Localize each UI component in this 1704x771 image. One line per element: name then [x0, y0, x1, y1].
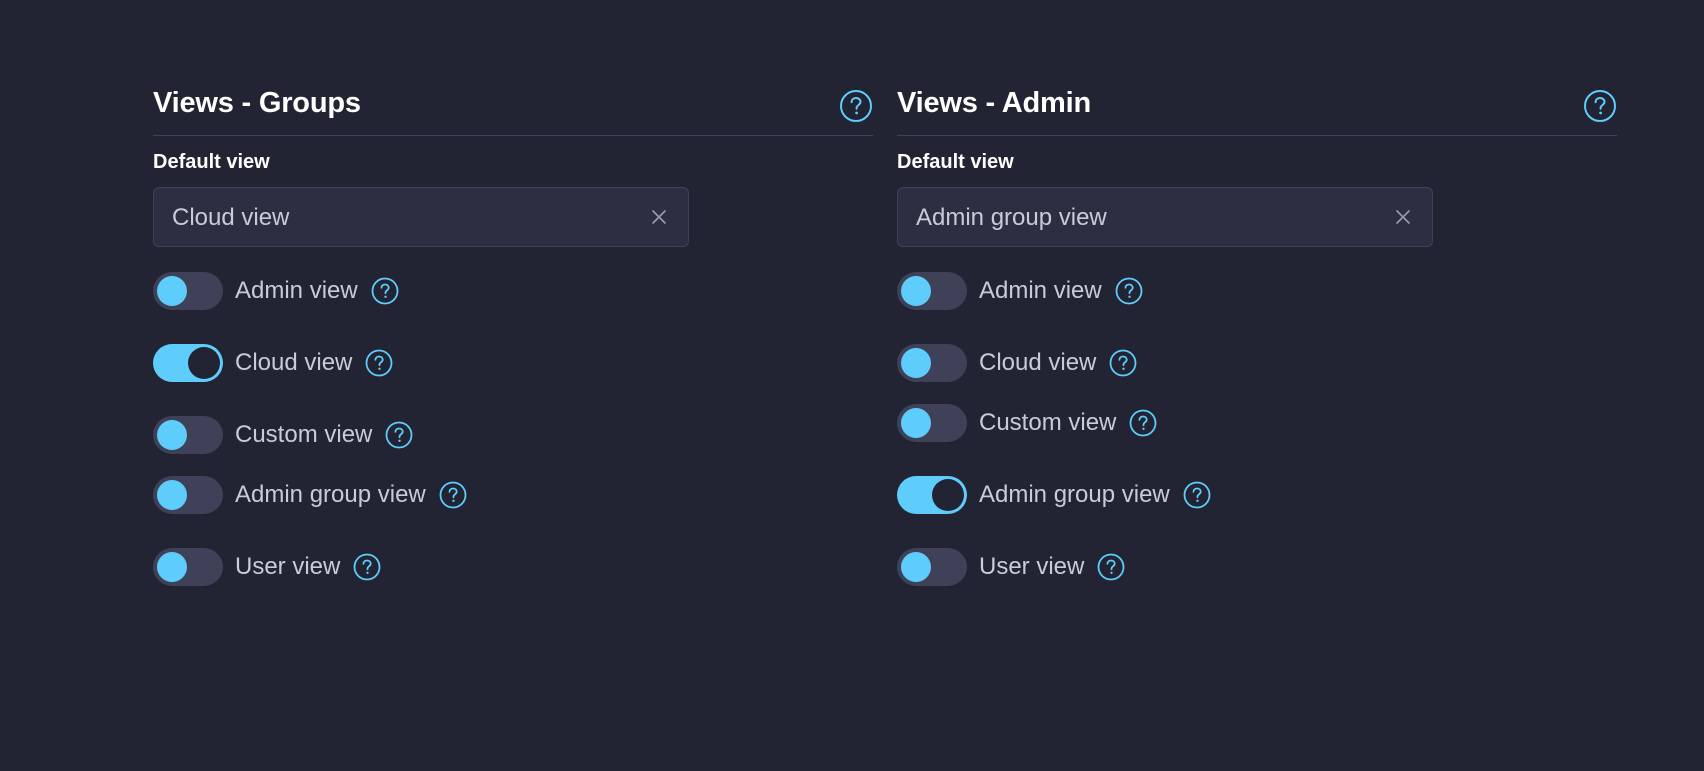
toggle-label: Custom view — [979, 409, 1117, 436]
toggle-row-admin-group-view: Admin group view — [897, 476, 1211, 514]
help-circle-icon[interactable] — [439, 481, 467, 509]
toggle-knob — [901, 276, 931, 306]
help-circle-icon[interactable] — [1109, 349, 1137, 377]
admin-group-view-toggle[interactable] — [153, 476, 223, 514]
default-view-label: Default view — [153, 151, 270, 173]
toggle-label: User view — [235, 553, 341, 580]
toggle-knob — [157, 552, 187, 582]
toggle-knob — [188, 347, 220, 379]
views-groups-panel: Views - Groups Default view Cloud view A… — [153, 78, 873, 586]
admin-group-view-toggle[interactable] — [897, 476, 967, 514]
views-admin-panel: Views - Admin Default view Admin group v… — [897, 78, 1617, 586]
toggle-knob — [901, 408, 931, 438]
help-circle-icon[interactable] — [385, 421, 413, 449]
toggle-row-user-view: User view — [153, 548, 381, 586]
help-circle-icon[interactable] — [353, 553, 381, 581]
help-circle-icon[interactable] — [371, 277, 399, 305]
toggle-knob — [901, 348, 931, 378]
help-circle-icon[interactable] — [1097, 553, 1125, 581]
toggle-row-custom-view: Custom view — [153, 416, 413, 454]
user-view-toggle[interactable] — [897, 548, 967, 586]
toggle-knob — [157, 420, 187, 450]
cloud-view-toggle[interactable] — [897, 344, 967, 382]
default-view-label: Default view — [897, 151, 1014, 173]
settings-page: Views - Groups Default view Cloud view A… — [0, 0, 1704, 771]
toggle-row-cloud-view: Cloud view — [897, 344, 1137, 382]
toggle-label: Cloud view — [235, 349, 353, 376]
toggle-row-cloud-view: Cloud view — [153, 344, 393, 382]
admin-view-toggle[interactable] — [897, 272, 967, 310]
close-icon[interactable] — [650, 208, 668, 226]
toggle-row-admin-view: Admin view — [897, 272, 1143, 310]
help-circle-icon[interactable] — [1129, 409, 1157, 437]
toggle-knob — [157, 276, 187, 306]
toggle-label: User view — [979, 553, 1085, 580]
toggle-row-admin-view: Admin view — [153, 272, 399, 310]
cloud-view-toggle[interactable] — [153, 344, 223, 382]
close-icon[interactable] — [1394, 208, 1412, 226]
toggle-label: Custom view — [235, 421, 373, 448]
toggle-label: Admin view — [235, 277, 358, 304]
panel-title: Views - Groups — [153, 87, 361, 119]
toggle-knob — [932, 479, 964, 511]
default-view-select[interactable]: Admin group view — [897, 187, 1433, 247]
help-circle-icon[interactable] — [1183, 481, 1211, 509]
panel-title: Views - Admin — [897, 87, 1091, 119]
toggle-knob — [157, 480, 187, 510]
toggle-row-custom-view: Custom view — [897, 404, 1157, 442]
default-view-value: Admin group view — [916, 204, 1107, 231]
admin-view-toggle[interactable] — [153, 272, 223, 310]
help-circle-icon[interactable] — [365, 349, 393, 377]
toggle-label: Admin group view — [235, 481, 426, 508]
user-view-toggle[interactable] — [153, 548, 223, 586]
help-circle-icon[interactable] — [1583, 89, 1617, 128]
default-view-value: Cloud view — [172, 204, 290, 231]
toggle-row-admin-group-view: Admin group view — [153, 476, 467, 514]
toggle-label: Admin group view — [979, 481, 1170, 508]
panel-header: Views - Admin — [897, 78, 1617, 136]
custom-view-toggle[interactable] — [897, 404, 967, 442]
toggle-knob — [901, 552, 931, 582]
toggle-label: Cloud view — [979, 349, 1097, 376]
panel-header: Views - Groups — [153, 78, 873, 136]
toggle-label: Admin view — [979, 277, 1102, 304]
custom-view-toggle[interactable] — [153, 416, 223, 454]
help-circle-icon[interactable] — [1115, 277, 1143, 305]
default-view-select[interactable]: Cloud view — [153, 187, 689, 247]
help-circle-icon[interactable] — [839, 89, 873, 128]
toggle-row-user-view: User view — [897, 548, 1125, 586]
